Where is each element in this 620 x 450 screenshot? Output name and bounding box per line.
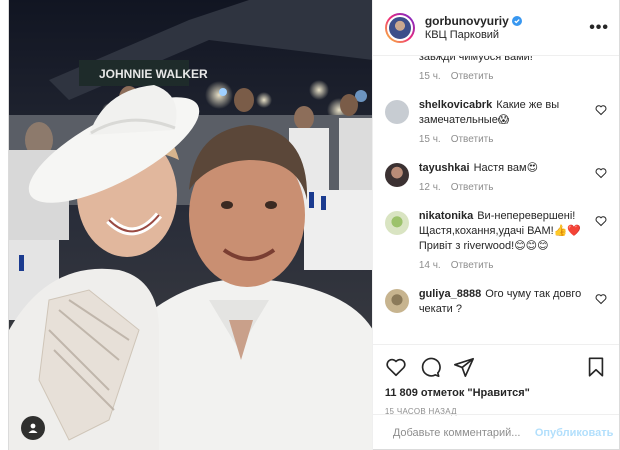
reply-button[interactable]: Ответить bbox=[451, 260, 494, 271]
save-bookmark-icon[interactable] bbox=[585, 356, 607, 378]
commenter-username[interactable]: guliya_8888 bbox=[419, 288, 481, 300]
photo-sign-text: JOHNNIE WALKER bbox=[99, 67, 208, 81]
heart-icon[interactable] bbox=[595, 104, 607, 116]
share-send-icon[interactable] bbox=[453, 356, 475, 378]
like-heart-icon[interactable] bbox=[385, 356, 407, 378]
heart-icon[interactable] bbox=[595, 293, 607, 305]
comment-time: 14 ч. bbox=[418, 260, 441, 271]
comment-text: завжди чимуося вами! bbox=[418, 56, 533, 63]
reply-button[interactable]: Ответить bbox=[451, 71, 494, 82]
comment-time: 15 ч. bbox=[418, 71, 441, 82]
author-avatar[interactable] bbox=[384, 12, 415, 43]
comment-bubble-icon[interactable] bbox=[419, 356, 441, 378]
comment-item: nikatonika Ви-неперевершені! Щастя,коханн… bbox=[384, 209, 607, 271]
author-username[interactable]: gorbunovyuriy bbox=[425, 14, 509, 28]
comments-list[interactable]: завжди чимуося вами! 15 ч. Ответить shelk… bbox=[373, 56, 619, 344]
likes-suffix: отметок "Нравится" bbox=[420, 387, 530, 399]
commenter-username[interactable]: shelkovicabrk bbox=[419, 99, 492, 111]
comment-item: tayushkai Настя вам😍 12 ч. Ответить bbox=[384, 161, 607, 193]
instagram-post: JOHNNIE WALKER gorbunovyuriy КВЦ Паркови… bbox=[8, 0, 620, 450]
likes-number: 11 809 bbox=[384, 387, 418, 399]
comment-item: guliya_8888 Ого чуму так довго чекати ? bbox=[384, 287, 607, 317]
comment-composer: Опубликовать bbox=[372, 414, 619, 450]
reply-button[interactable]: Ответить bbox=[451, 134, 494, 145]
commenter-username[interactable]: nikatonika bbox=[419, 210, 473, 222]
more-options-button[interactable]: ••• bbox=[589, 19, 609, 37]
commenter-avatar[interactable] bbox=[384, 289, 409, 313]
photo-illustration: JOHNNIE WALKER bbox=[9, 0, 372, 450]
post-location[interactable]: КВЦ Парковий bbox=[425, 28, 589, 42]
comment-item: shelkovicabrk Какие же вы замечательные😱 … bbox=[384, 98, 607, 145]
comment-input[interactable] bbox=[392, 426, 535, 439]
tagged-users-icon[interactable] bbox=[21, 416, 45, 440]
commenter-avatar[interactable] bbox=[384, 100, 409, 124]
commenter-avatar[interactable] bbox=[384, 211, 409, 235]
reply-button[interactable]: Ответить bbox=[451, 182, 494, 193]
post-header: gorbunovyuriy КВЦ Парковий ••• bbox=[372, 0, 619, 56]
post-photo[interactable]: JOHNNIE WALKER bbox=[9, 0, 372, 450]
verified-badge-icon bbox=[511, 15, 522, 26]
heart-icon[interactable] bbox=[595, 215, 607, 227]
comment-text: Настя вам😍 bbox=[473, 162, 539, 174]
comment-item: завжди чимуося вами! 15 ч. Ответить bbox=[385, 56, 607, 82]
comment-time: 12 ч. bbox=[418, 182, 441, 193]
heart-icon[interactable] bbox=[595, 167, 607, 179]
likes-count[interactable]: 11 809 отметок "Нравится" bbox=[385, 387, 607, 399]
commenter-avatar[interactable] bbox=[384, 163, 409, 187]
publish-button[interactable]: Опубликовать bbox=[535, 427, 614, 439]
comment-time: 15 ч. bbox=[418, 134, 441, 145]
post-sidebar: gorbunovyuriy КВЦ Парковий ••• завжди чи… bbox=[371, 0, 619, 450]
commenter-username[interactable]: tayushkai bbox=[419, 162, 470, 174]
author-info: gorbunovyuriy КВЦ Парковий bbox=[425, 14, 589, 42]
